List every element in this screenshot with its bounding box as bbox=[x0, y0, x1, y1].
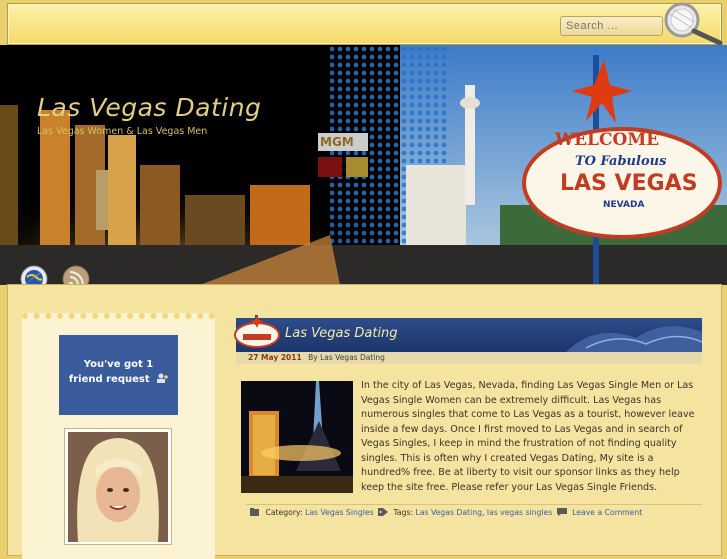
search-magnifier-icon[interactable] bbox=[652, 0, 724, 46]
post-footer-divider bbox=[246, 504, 702, 505]
vegas-skyline-image: MGM WELCOME TO Fabulous LAS VEGAS NEVADA bbox=[0, 45, 727, 285]
friend-request-line2-row: friend request bbox=[59, 372, 178, 387]
leave-comment-link[interactable]: Leave a Comment bbox=[572, 508, 642, 517]
post-image-vegas-night bbox=[241, 381, 353, 493]
fabulous-text: TO Fabulous bbox=[575, 154, 667, 169]
tags-label: Tags: bbox=[393, 508, 414, 517]
las-vegas-sign-text: LAS VEGAS bbox=[560, 171, 698, 196]
nevada-text: NEVADA bbox=[603, 200, 644, 210]
category-link[interactable]: Las Vegas Singles bbox=[305, 508, 374, 517]
site-tagline: Las Vegas Women & Las Vegas Men bbox=[37, 126, 208, 137]
friend-request-line2: friend request bbox=[68, 374, 150, 385]
tag-link-las-vegas-singles[interactable]: las vegas singles bbox=[487, 508, 552, 517]
tag-link-las-vegas-dating[interactable]: Las Vegas Dating bbox=[416, 508, 482, 517]
add-friend-icon bbox=[156, 373, 169, 383]
tag-icon bbox=[378, 508, 389, 516]
category-label: Category: bbox=[265, 508, 303, 517]
post-date: 27 May 2011 bbox=[248, 353, 302, 362]
post-footer: Category: Las Vegas Singles Tags: Las Ve… bbox=[248, 508, 642, 518]
welcome-text: WELCOME bbox=[554, 130, 659, 150]
post-meta: 27 May 2011 By Las Vegas Dating bbox=[236, 352, 702, 364]
post-author: By Las Vegas Dating bbox=[308, 353, 385, 362]
comment-icon bbox=[556, 508, 567, 516]
mini-vegas-sign-icon bbox=[234, 315, 280, 348]
post-body: In the city of Las Vegas, Nevada, findin… bbox=[361, 380, 695, 493]
profile-photo[interactable] bbox=[64, 428, 172, 545]
mgm-sign-text: MGM bbox=[320, 135, 354, 149]
site-title[interactable]: Las Vegas Dating bbox=[37, 93, 261, 122]
search-input[interactable] bbox=[560, 16, 663, 36]
tag-separator: , bbox=[481, 508, 485, 517]
header-banner: MGM WELCOME TO Fabulous LAS VEGAS NEVADA… bbox=[0, 45, 727, 285]
category-icon bbox=[250, 508, 260, 516]
friend-request-line1: You've got 1 bbox=[83, 359, 154, 370]
post-title[interactable]: Las Vegas Dating bbox=[285, 326, 398, 341]
friend-request-banner[interactable]: You've got 1 friend request bbox=[59, 335, 178, 415]
